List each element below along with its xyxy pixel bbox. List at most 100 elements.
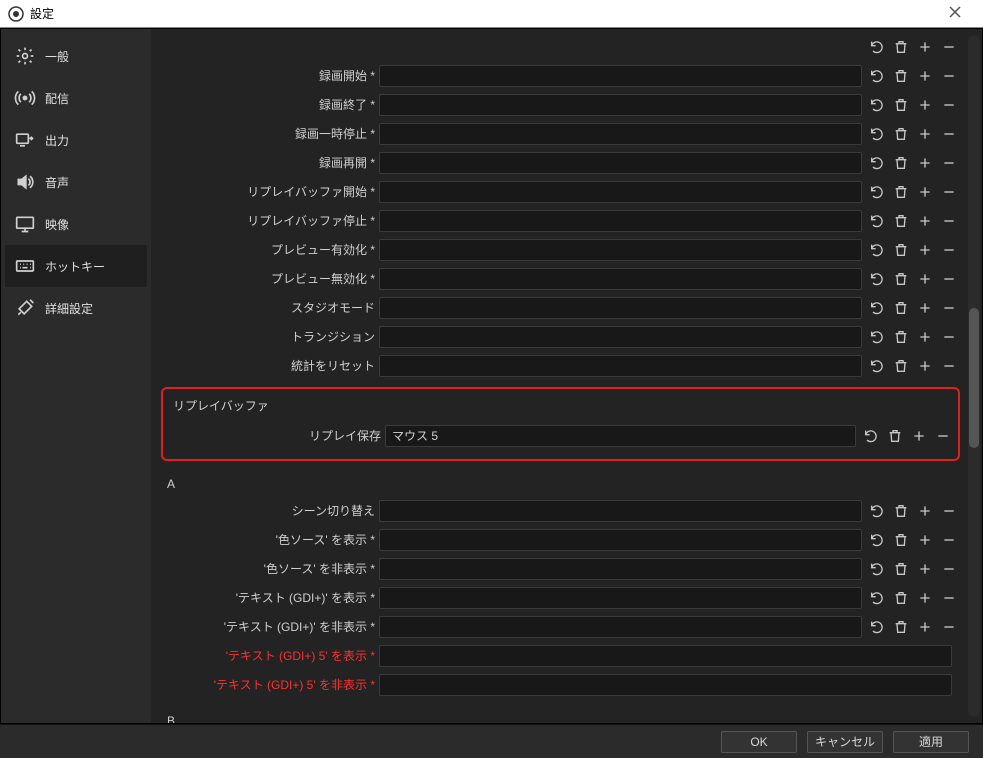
plus-icon[interactable] bbox=[916, 183, 934, 201]
ok-button[interactable]: OK bbox=[721, 731, 797, 753]
hotkey-input[interactable] bbox=[379, 94, 862, 116]
minus-icon[interactable] bbox=[940, 299, 958, 317]
undo-icon[interactable] bbox=[868, 125, 886, 143]
minus-icon[interactable] bbox=[940, 154, 958, 172]
minus-icon[interactable] bbox=[940, 67, 958, 85]
sidebar-item-video[interactable]: 映像 bbox=[5, 203, 147, 245]
plus-icon[interactable] bbox=[916, 241, 934, 259]
minus-icon[interactable] bbox=[940, 212, 958, 230]
trash-icon[interactable] bbox=[892, 38, 910, 56]
undo-icon[interactable] bbox=[868, 212, 886, 230]
minus-icon[interactable] bbox=[940, 96, 958, 114]
undo-icon[interactable] bbox=[862, 427, 880, 445]
trash-icon[interactable] bbox=[892, 502, 910, 520]
undo-icon[interactable] bbox=[868, 183, 886, 201]
plus-icon[interactable] bbox=[916, 67, 934, 85]
hotkey-input[interactable] bbox=[379, 529, 862, 551]
undo-icon[interactable] bbox=[868, 357, 886, 375]
apply-button[interactable]: 適用 bbox=[893, 731, 969, 753]
sidebar-item-hotkeys[interactable]: ホットキー bbox=[5, 245, 147, 287]
plus-icon[interactable] bbox=[916, 125, 934, 143]
scrollbar[interactable] bbox=[968, 35, 980, 717]
hotkey-input[interactable] bbox=[379, 123, 862, 145]
sidebar-item-stream[interactable]: 配信 bbox=[5, 77, 147, 119]
minus-icon[interactable] bbox=[940, 618, 958, 636]
close-icon[interactable] bbox=[935, 6, 975, 21]
hotkey-input[interactable] bbox=[379, 239, 862, 261]
sidebar-item-audio[interactable]: 音声 bbox=[5, 161, 147, 203]
minus-icon[interactable] bbox=[940, 531, 958, 549]
hotkey-input[interactable] bbox=[379, 558, 862, 580]
trash-icon[interactable] bbox=[892, 154, 910, 172]
plus-icon[interactable] bbox=[910, 427, 928, 445]
hotkey-input[interactable] bbox=[379, 645, 952, 667]
trash-icon[interactable] bbox=[892, 357, 910, 375]
hotkey-input[interactable] bbox=[379, 65, 862, 87]
trash-icon[interactable] bbox=[892, 96, 910, 114]
trash-icon[interactable] bbox=[886, 427, 904, 445]
undo-icon[interactable] bbox=[868, 328, 886, 346]
trash-icon[interactable] bbox=[892, 212, 910, 230]
trash-icon[interactable] bbox=[892, 67, 910, 85]
minus-icon[interactable] bbox=[940, 125, 958, 143]
trash-icon[interactable] bbox=[892, 618, 910, 636]
minus-icon[interactable] bbox=[940, 589, 958, 607]
undo-icon[interactable] bbox=[868, 96, 886, 114]
hotkey-input[interactable] bbox=[379, 326, 862, 348]
hotkey-input[interactable] bbox=[379, 152, 862, 174]
plus-icon[interactable] bbox=[916, 38, 934, 56]
plus-icon[interactable] bbox=[916, 618, 934, 636]
minus-icon[interactable] bbox=[940, 241, 958, 259]
minus-icon[interactable] bbox=[940, 502, 958, 520]
trash-icon[interactable] bbox=[892, 241, 910, 259]
hotkey-input[interactable] bbox=[379, 181, 862, 203]
hotkey-input[interactable] bbox=[379, 210, 862, 232]
hotkey-input[interactable] bbox=[379, 355, 862, 377]
undo-icon[interactable] bbox=[868, 270, 886, 288]
trash-icon[interactable] bbox=[892, 270, 910, 288]
minus-icon[interactable] bbox=[940, 328, 958, 346]
hotkey-input[interactable] bbox=[379, 297, 862, 319]
cancel-button[interactable]: キャンセル bbox=[807, 731, 883, 753]
trash-icon[interactable] bbox=[892, 299, 910, 317]
scrollbar-thumb[interactable] bbox=[969, 308, 979, 448]
undo-icon[interactable] bbox=[868, 67, 886, 85]
undo-icon[interactable] bbox=[868, 502, 886, 520]
plus-icon[interactable] bbox=[916, 212, 934, 230]
plus-icon[interactable] bbox=[916, 328, 934, 346]
minus-icon[interactable] bbox=[934, 427, 952, 445]
undo-icon[interactable] bbox=[868, 560, 886, 578]
trash-icon[interactable] bbox=[892, 328, 910, 346]
trash-icon[interactable] bbox=[892, 589, 910, 607]
minus-icon[interactable] bbox=[940, 183, 958, 201]
undo-icon[interactable] bbox=[868, 154, 886, 172]
hotkey-input[interactable] bbox=[379, 674, 952, 696]
trash-icon[interactable] bbox=[892, 531, 910, 549]
plus-icon[interactable] bbox=[916, 560, 934, 578]
minus-icon[interactable] bbox=[940, 560, 958, 578]
hotkey-input[interactable] bbox=[379, 616, 862, 638]
undo-icon[interactable] bbox=[868, 38, 886, 56]
trash-icon[interactable] bbox=[892, 125, 910, 143]
undo-icon[interactable] bbox=[868, 589, 886, 607]
plus-icon[interactable] bbox=[916, 531, 934, 549]
hotkey-input[interactable] bbox=[379, 268, 862, 290]
minus-icon[interactable] bbox=[940, 357, 958, 375]
plus-icon[interactable] bbox=[916, 299, 934, 317]
minus-icon[interactable] bbox=[940, 270, 958, 288]
plus-icon[interactable] bbox=[916, 96, 934, 114]
plus-icon[interactable] bbox=[916, 357, 934, 375]
undo-icon[interactable] bbox=[868, 299, 886, 317]
plus-icon[interactable] bbox=[916, 502, 934, 520]
plus-icon[interactable] bbox=[916, 270, 934, 288]
undo-icon[interactable] bbox=[868, 241, 886, 259]
trash-icon[interactable] bbox=[892, 560, 910, 578]
plus-icon[interactable] bbox=[916, 154, 934, 172]
plus-icon[interactable] bbox=[916, 589, 934, 607]
minus-icon[interactable] bbox=[940, 38, 958, 56]
sidebar-item-advanced[interactable]: 詳細設定 bbox=[5, 287, 147, 329]
undo-icon[interactable] bbox=[868, 618, 886, 636]
undo-icon[interactable] bbox=[868, 531, 886, 549]
sidebar-item-general[interactable]: 一般 bbox=[5, 35, 147, 77]
hotkey-input[interactable] bbox=[385, 425, 856, 447]
